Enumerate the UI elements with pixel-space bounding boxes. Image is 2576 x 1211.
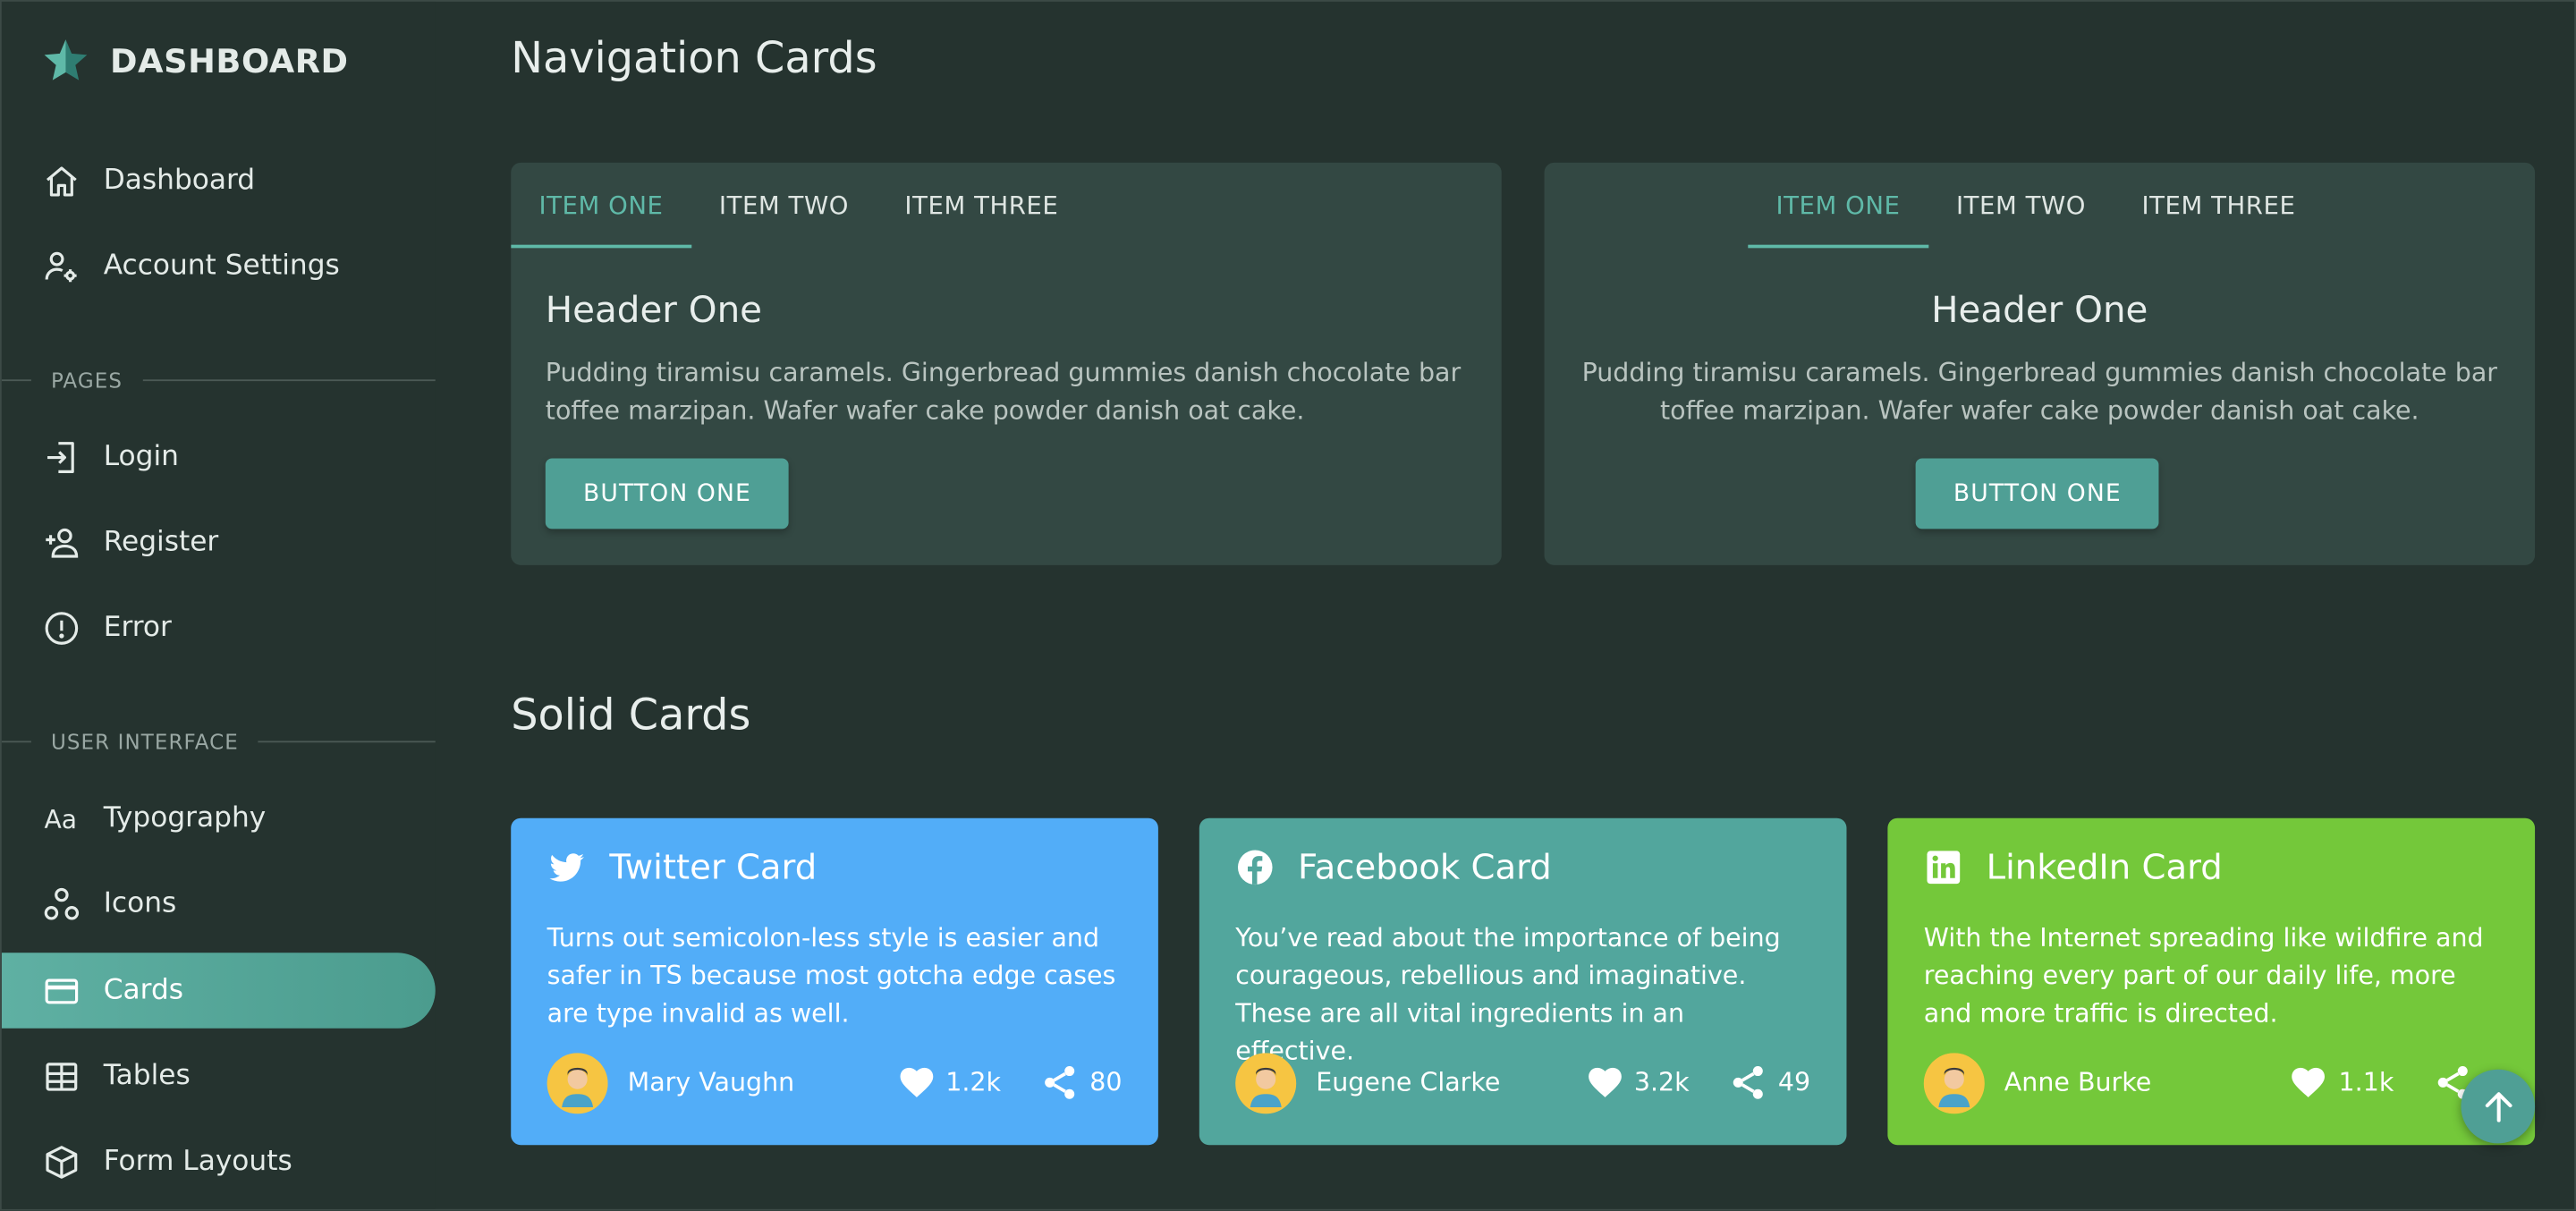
share-icon[interactable] (1729, 1063, 1768, 1102)
heart-icon[interactable] (2289, 1063, 2328, 1102)
linkedin-card: LinkedIn Card With the Internet spreadin… (1887, 817, 2536, 1146)
like-count: 1.1k (2338, 1067, 2394, 1097)
sidebar-item-label: Icons (103, 886, 177, 920)
card-body-text: Turns out semicolon-less style is easier… (547, 923, 1116, 1029)
card-title: LinkedIn Card (1986, 847, 2223, 887)
tab-bar: ITEM ONE ITEM TWO ITEM THREE (1748, 163, 2323, 249)
sidebar-item-tables[interactable]: Tables (2, 1038, 436, 1114)
sidebar-item-label: Cards (103, 974, 184, 1007)
login-icon (41, 437, 80, 477)
scroll-to-top-button[interactable] (2461, 1069, 2536, 1144)
facebook-icon (1235, 848, 1275, 887)
sidebar-item-label: Error (103, 611, 172, 644)
card-body-text: Pudding tiramisu caramels. Gingerbread g… (1581, 358, 2497, 426)
button-one[interactable]: BUTTON ONE (545, 458, 790, 529)
like-count: 3.2k (1633, 1067, 1690, 1097)
facebook-card: Facebook Card You’ve read about the impo… (1199, 817, 1847, 1146)
svg-text:Aa: Aa (44, 804, 77, 834)
author-name[interactable]: Anne Burke (2004, 1068, 2151, 1097)
app-window: DASHBOARD Dashboard Account Settings PAG… (0, 0, 2576, 1211)
share-count: 80 (1089, 1067, 1123, 1097)
navigation-card-center: ITEM ONE ITEM TWO ITEM THREE Header One … (1544, 162, 2536, 565)
sidebar-item-label: Register (103, 525, 219, 559)
typography-icon: Aa (41, 799, 80, 838)
card-header: Header One (1931, 291, 2148, 333)
card-header: Header One (545, 291, 763, 333)
sidebar-item-typography[interactable]: Aa Typography (2, 780, 436, 855)
tab-item-one[interactable]: ITEM ONE (1748, 163, 1928, 249)
sidebar-item-label: Form Layouts (103, 1145, 292, 1178)
sidebar-item-label: Dashboard (103, 164, 256, 198)
section-header-pages: PAGES (1, 363, 436, 396)
card-title: Facebook Card (1298, 847, 1552, 887)
alert-circle-icon (41, 608, 80, 648)
shapes-icon (41, 884, 80, 923)
brand[interactable]: DASHBOARD (41, 35, 349, 88)
heart-icon[interactable] (896, 1063, 936, 1102)
star-logo-icon (41, 36, 90, 85)
tab-item-two[interactable]: ITEM TWO (691, 163, 877, 249)
credit-card-icon (41, 971, 80, 1011)
tab-item-three[interactable]: ITEM THREE (877, 163, 1086, 249)
card-body-text: Pudding tiramisu caramels. Gingerbread g… (545, 358, 1462, 426)
button-one[interactable]: BUTTON ONE (1915, 458, 2160, 529)
sidebar-item-register[interactable]: Register (2, 504, 436, 580)
cube-icon (41, 1142, 80, 1181)
sidebar-item-label: Tables (103, 1059, 191, 1093)
tab-item-one[interactable]: ITEM ONE (511, 163, 691, 249)
avatar (1235, 1052, 1297, 1114)
sidebar-item-login[interactable]: Login (2, 419, 436, 494)
sidebar-item-label: Typography (103, 801, 267, 835)
sidebar-item-cards[interactable]: Cards (1, 953, 436, 1029)
twitter-card: Twitter Card Turns out semicolon-less st… (511, 817, 1158, 1146)
author-name[interactable]: Mary Vaughn (628, 1068, 795, 1097)
sidebar-item-account-settings[interactable]: Account Settings (2, 228, 436, 303)
add-user-icon (41, 522, 80, 562)
sidebar-item-error[interactable]: Error (2, 589, 436, 665)
table-icon (41, 1056, 80, 1096)
linkedin-icon (1924, 848, 1963, 887)
sidebar: DASHBOARD Dashboard Account Settings PAG… (1, 1, 436, 1209)
avatar (1923, 1052, 1985, 1114)
avatar (547, 1052, 608, 1114)
home-icon (41, 161, 80, 200)
section-title-solid-cards: Solid Cards (511, 691, 751, 741)
heart-icon[interactable] (1585, 1063, 1624, 1102)
brand-title: DASHBOARD (110, 40, 349, 80)
tab-item-two[interactable]: ITEM TWO (1928, 163, 2114, 249)
arrow-up-icon (2479, 1087, 2518, 1126)
sidebar-item-form-layouts[interactable]: Form Layouts (2, 1123, 436, 1198)
user-gear-icon (41, 247, 80, 286)
navigation-card-left: ITEM ONE ITEM TWO ITEM THREE Header One … (511, 162, 1502, 565)
sidebar-item-icons[interactable]: Icons (2, 866, 436, 941)
like-count: 1.2k (945, 1067, 1002, 1097)
tab-item-three[interactable]: ITEM THREE (2114, 163, 2323, 249)
tab-bar: ITEM ONE ITEM TWO ITEM THREE (511, 163, 1086, 249)
sidebar-item-label: Account Settings (103, 250, 340, 283)
card-body-text: With the Internet spreading like wildfir… (1923, 923, 2484, 1029)
sidebar-item-dashboard[interactable]: Dashboard (2, 143, 436, 218)
twitter-icon (547, 848, 587, 887)
section-title-navigation-cards: Navigation Cards (511, 34, 877, 84)
share-count: 49 (1777, 1067, 1811, 1097)
card-body-text: You’ve read about the importance of bein… (1235, 923, 1781, 1067)
author-name[interactable]: Eugene Clarke (1316, 1068, 1500, 1097)
share-icon[interactable] (1040, 1063, 1080, 1102)
sidebar-item-label: Login (103, 440, 179, 473)
card-title: Twitter Card (609, 847, 818, 887)
section-header-user-interface: USER INTERFACE (1, 724, 436, 758)
